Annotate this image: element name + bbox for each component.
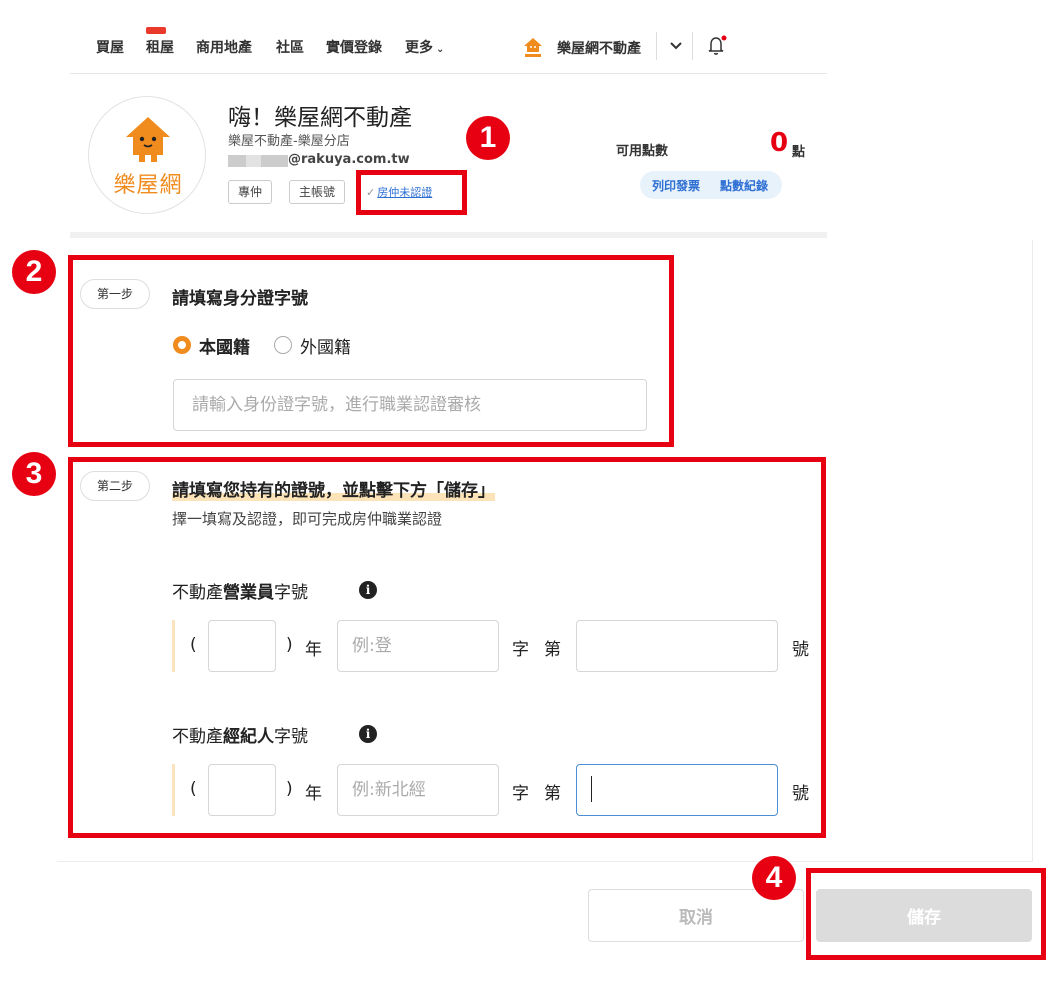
chevron-down-icon[interactable] bbox=[668, 38, 684, 54]
points-value: 0 bbox=[770, 128, 789, 158]
points-label: 可用點數 bbox=[616, 144, 669, 159]
nav-community[interactable]: 社區 bbox=[276, 37, 304, 57]
greeting-title: 嗨！樂屋網不動產 bbox=[228, 105, 412, 131]
card-border bbox=[57, 861, 1033, 862]
points-record-button[interactable]: 點數紀錄 bbox=[720, 177, 768, 194]
points-unit: 點 bbox=[792, 145, 806, 160]
annotation-number-4: 4 bbox=[752, 856, 796, 900]
rakuya-logo-icon bbox=[524, 38, 542, 57]
nav-user-name[interactable]: 樂屋網不動產 bbox=[557, 38, 641, 58]
nav-more[interactable]: 更多 ⌄ bbox=[405, 37, 444, 57]
card-border bbox=[1032, 240, 1033, 862]
annotation-box-2 bbox=[68, 255, 674, 447]
avatar: 樂屋網 bbox=[88, 96, 206, 214]
avatar-logo-text: 樂屋網 bbox=[113, 173, 183, 198]
annotation-number-3: 3 bbox=[12, 452, 56, 496]
email-domain: @rakuya.com.tw bbox=[288, 152, 410, 167]
house-mascot-icon bbox=[126, 117, 170, 162]
nav-divider bbox=[656, 32, 657, 60]
bell-icon[interactable] bbox=[706, 34, 728, 56]
nav-rent[interactable]: 租屋 bbox=[146, 37, 174, 57]
print-invoice-button[interactable]: 列印發票 bbox=[652, 177, 700, 194]
company-name: 樂屋不動產-樂屋分店 bbox=[228, 134, 350, 149]
new-badge bbox=[146, 27, 166, 34]
section-divider bbox=[70, 232, 827, 238]
nav-price-registry[interactable]: 實價登錄 bbox=[326, 37, 382, 57]
annotation-box-1 bbox=[356, 170, 467, 215]
nav-divider bbox=[692, 32, 693, 60]
points-actions: 列印發票 點數紀錄 bbox=[640, 171, 782, 199]
tag-agent-type: 專仲 bbox=[228, 180, 273, 204]
chevron-down-icon: ⌄ bbox=[436, 44, 445, 55]
email-redacted bbox=[228, 155, 288, 167]
nav-buy[interactable]: 買屋 bbox=[96, 37, 124, 57]
nav-commercial[interactable]: 商用地產 bbox=[196, 37, 252, 57]
tag-main-account: 主帳號 bbox=[289, 180, 346, 204]
annotation-box-3 bbox=[68, 457, 826, 838]
nav-more-label: 更多 bbox=[405, 40, 433, 56]
annotation-box-4 bbox=[806, 868, 1046, 960]
annotation-number-1: 1 bbox=[466, 116, 510, 160]
annotation-number-2: 2 bbox=[12, 250, 56, 294]
